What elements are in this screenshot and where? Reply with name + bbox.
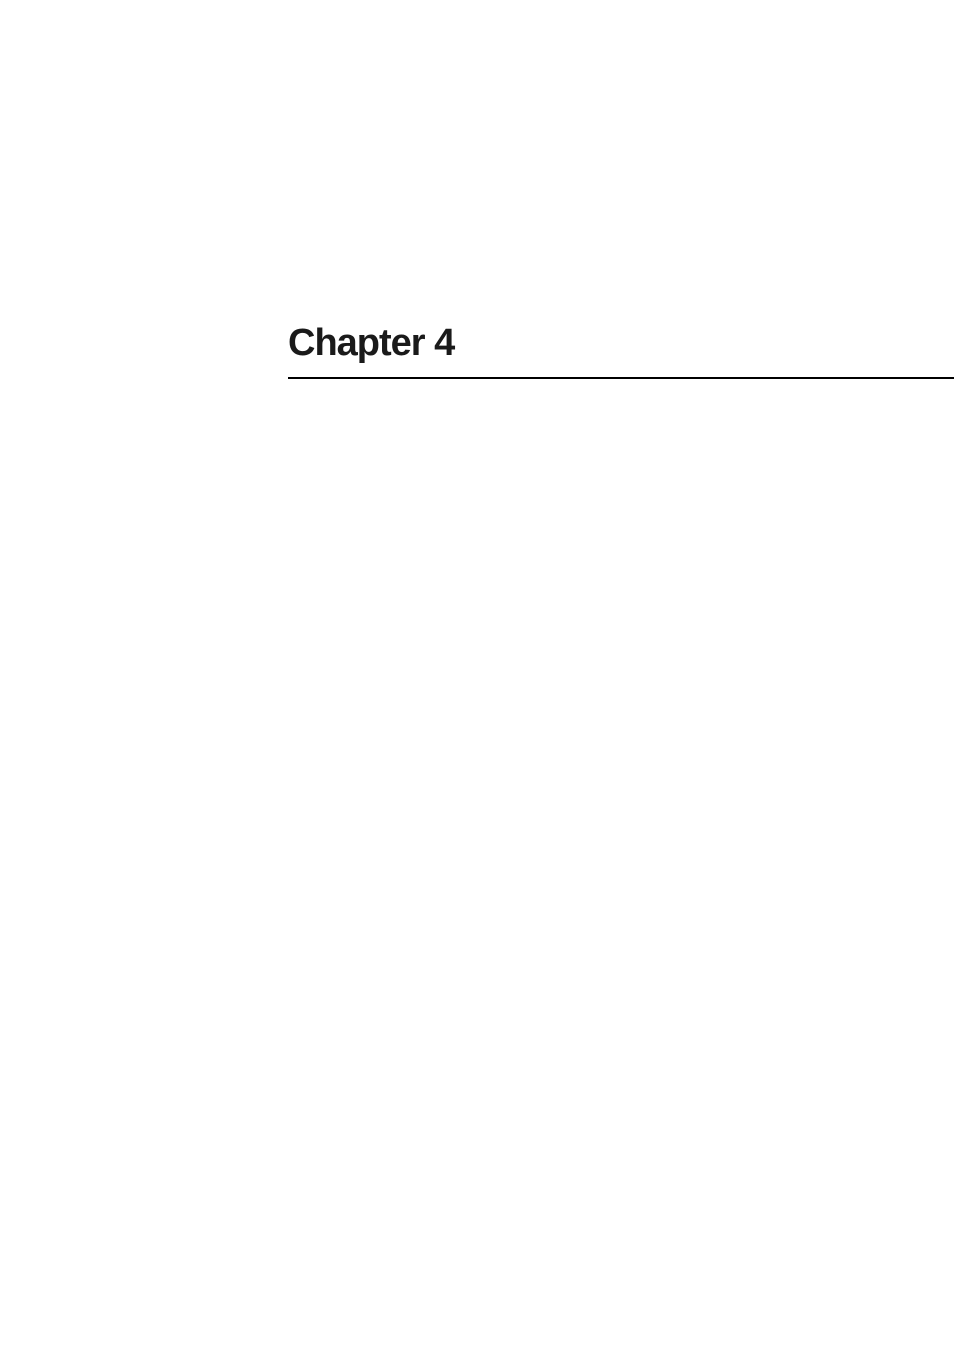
chapter-title: Chapter 4 (288, 322, 954, 365)
chapter-heading: Chapter 4 (288, 322, 954, 379)
